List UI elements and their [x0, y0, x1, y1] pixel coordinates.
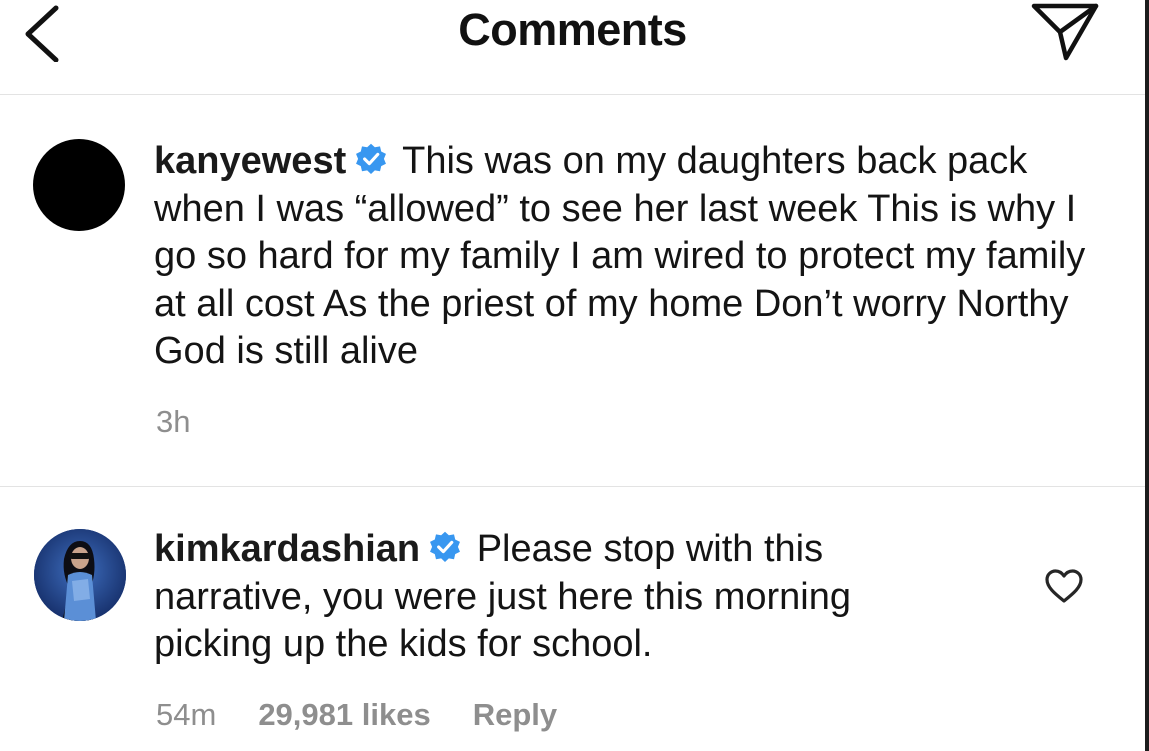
- comment-username[interactable]: kanyewest: [154, 140, 346, 182]
- heart-outline-icon: [1045, 569, 1083, 603]
- avatar-image: [34, 529, 126, 621]
- header-bar: Comments: [0, 0, 1145, 95]
- verified-badge-icon: [356, 143, 387, 174]
- comment-item: kanyewest This was on my daughters back …: [0, 94, 1145, 487]
- avatar[interactable]: [34, 529, 126, 621]
- page-title: Comments: [458, 4, 687, 55]
- paper-plane-icon: [1031, 3, 1099, 61]
- comment-item: kimkardashian Please stop with this narr…: [0, 487, 1145, 751]
- likes-count[interactable]: 29,981 likes: [258, 697, 430, 733]
- comment-timestamp: 3h: [156, 404, 191, 439]
- comment-body: kanyewest This was on my daughters back …: [154, 138, 1094, 376]
- comment-meta: 3h: [156, 404, 190, 440]
- comment-meta: 54m 29,981 likes Reply: [156, 697, 557, 733]
- comment-body: kimkardashian Please stop with this narr…: [154, 526, 974, 669]
- avatar[interactable]: [33, 139, 125, 231]
- share-button[interactable]: [1026, 0, 1102, 64]
- window-edge: [1145, 0, 1149, 751]
- like-button[interactable]: [1044, 568, 1084, 604]
- comment-timestamp: 54m: [156, 697, 217, 732]
- comment-username[interactable]: kimkardashian: [154, 528, 420, 570]
- reply-button[interactable]: Reply: [473, 697, 557, 733]
- verified-badge-icon: [430, 531, 461, 562]
